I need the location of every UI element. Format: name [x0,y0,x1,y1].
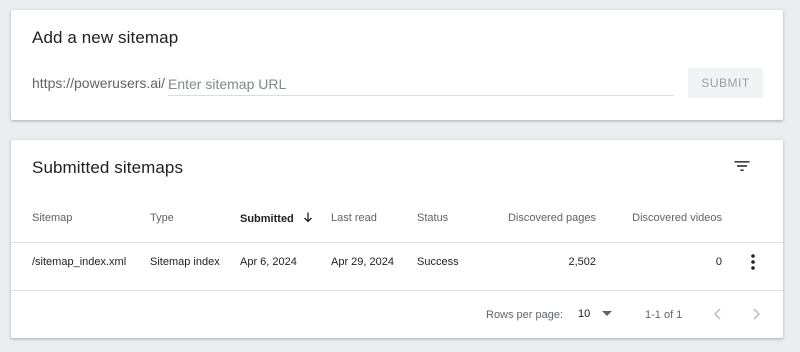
column-header-status[interactable]: Status [417,212,448,224]
column-header-submitted[interactable]: Submitted [240,212,313,225]
row-divider [11,290,783,291]
submitted-sitemaps-card: Submitted sitemaps Sitemap Type Submitte… [11,140,783,338]
column-header-submitted-label: Submitted [240,213,294,225]
cell-discovered-pages: 2,502 [568,256,596,268]
rows-per-page-value: 10 [578,308,591,320]
submit-button[interactable]: SUBMIT [688,68,763,98]
cell-discovered-videos: 0 [715,256,722,268]
more-vert-icon[interactable] [746,253,760,271]
cell-status: Success [417,256,459,268]
column-header-sitemap[interactable]: Sitemap [32,212,72,224]
previous-page-chevron-icon[interactable] [708,304,728,324]
dropdown-arrow-icon [602,311,612,316]
column-header-discovered-pages[interactable]: Discovered pages [495,212,596,224]
pagination-range: 1-1 of 1 [645,309,683,321]
sort-descending-arrow-icon [303,212,312,223]
submitted-sitemaps-title: Submitted sitemaps [32,158,184,177]
column-header-last-read[interactable]: Last read [331,212,377,224]
sitemap-url-input[interactable] [168,72,674,96]
header-divider [11,242,783,243]
column-header-discovered-videos[interactable]: Discovered videos [622,212,722,224]
rows-per-page-label: Rows per page: [486,309,564,321]
cell-sitemap: /sitemap_index.xml [32,256,127,268]
next-page-chevron-icon[interactable] [746,304,766,324]
cell-submitted: Apr 6, 2024 [240,256,297,268]
cell-type: Sitemap index [150,256,220,268]
column-header-type[interactable]: Type [150,212,174,224]
rows-per-page-select[interactable]: 10 [576,305,616,325]
filter-list-icon[interactable] [732,156,752,176]
cell-last-read: Apr 29, 2024 [331,256,394,268]
add-sitemap-title: Add a new sitemap [32,28,179,47]
sitemap-url-prefix: https://powerusers.ai/ [32,75,166,91]
add-sitemap-card: Add a new sitemap https://powerusers.ai/… [11,10,783,120]
